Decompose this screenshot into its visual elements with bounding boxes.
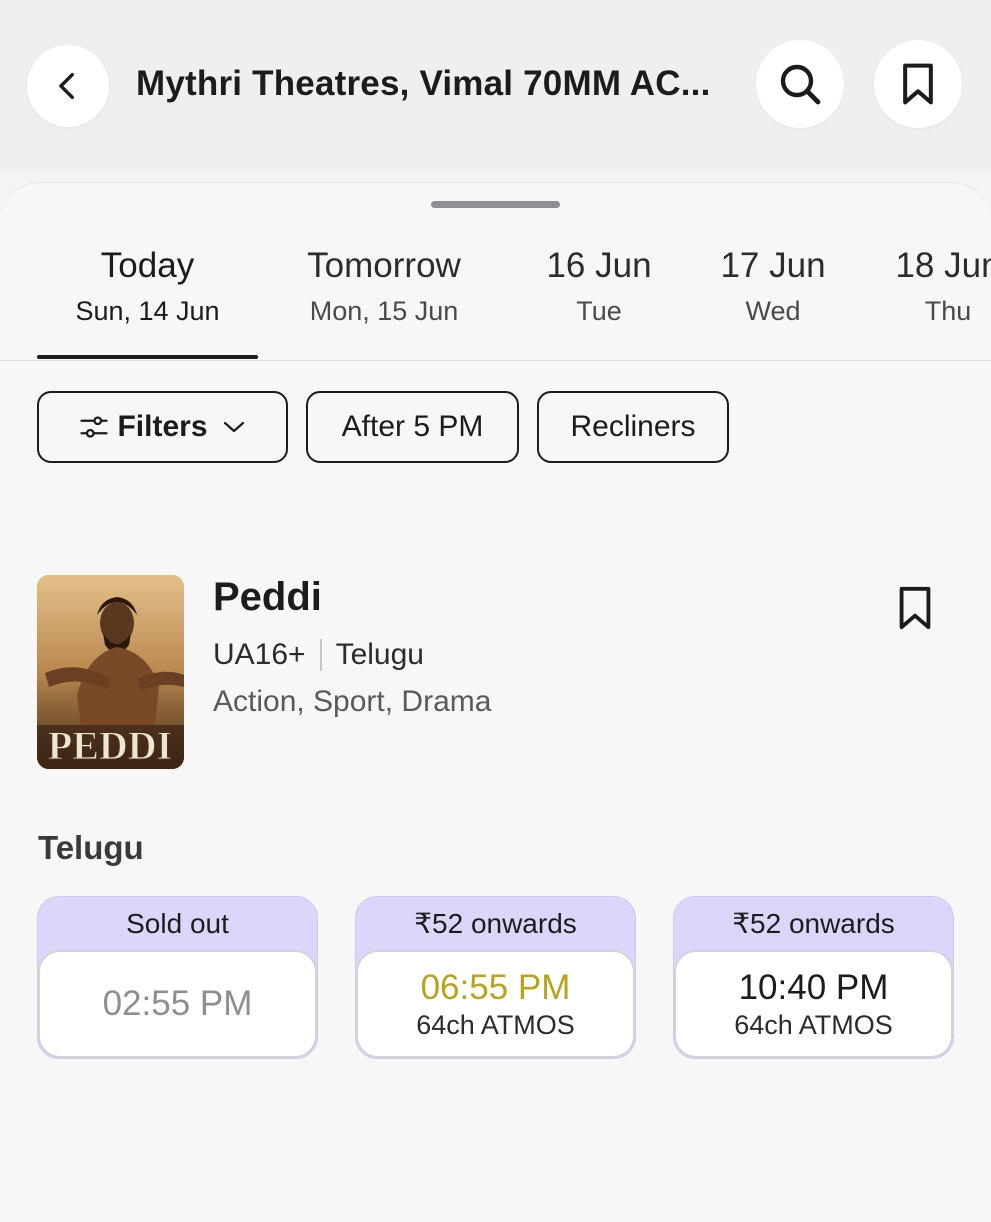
poster-art: PEDDI <box>37 575 184 769</box>
certificate: UA16+ <box>213 638 306 671</box>
showtime-slot[interactable]: 06:55 PM 64ch ATMOS <box>356 950 635 1058</box>
movie-title[interactable]: Peddi <box>213 575 322 620</box>
price-label: ₹52 onwards <box>732 908 895 939</box>
movie-meta: UA16+ Telugu <box>213 638 424 672</box>
show-format: 64ch ATMOS <box>734 1009 893 1040</box>
price-label: ₹52 onwards <box>414 908 577 939</box>
bookmark-icon <box>899 586 931 630</box>
movie-genres: Action, Sport, Drama <box>213 685 492 718</box>
sliders-icon <box>80 416 109 438</box>
movie-poster[interactable]: PEDDI <box>37 575 184 769</box>
date-tabs: Today Sun, 14 Jun Tomorrow Mon, 15 Jun 1… <box>0 241 991 361</box>
tab-18-jun[interactable]: 18 Jun Thu <box>883 241 991 331</box>
bookmark-movie-button[interactable] <box>895 585 935 636</box>
poster-title-text: PEDDI <box>48 723 172 768</box>
showtime-slot[interactable]: 10:40 PM 64ch ATMOS <box>674 950 953 1058</box>
price-label: Sold out <box>126 908 229 939</box>
chevron-down-icon <box>223 421 244 433</box>
show-format: 64ch ATMOS <box>416 1009 575 1040</box>
tab-tomorrow[interactable]: Tomorrow Mon, 15 Jun <box>284 241 484 331</box>
back-button[interactable] <box>27 45 109 127</box>
show-time: 02:55 PM <box>102 984 253 1023</box>
show-time: 10:40 PM <box>738 967 889 1007</box>
search-icon <box>780 64 821 105</box>
showtime-card[interactable]: ₹52 onwards 06:55 PM 64ch ATMOS <box>355 896 636 1059</box>
tab-17-jun[interactable]: 17 Jun Wed <box>708 241 838 331</box>
tab-16-jun[interactable]: 16 Jun Tue <box>534 241 664 331</box>
search-button[interactable] <box>756 40 844 128</box>
language-heading: Telugu <box>38 829 144 866</box>
page-title: Mythri Theatres, Vimal 70MM AC... <box>136 64 711 103</box>
chevron-left-icon <box>59 72 74 100</box>
tab-today[interactable]: Today Sun, 14 Jun <box>37 241 258 331</box>
showtime-card[interactable]: Sold out 02:55 PM <box>37 896 318 1059</box>
show-time: 06:55 PM <box>420 967 571 1007</box>
active-tab-indicator <box>37 355 258 359</box>
showtime-card[interactable]: ₹52 onwards 10:40 PM 64ch ATMOS <box>673 896 954 1059</box>
sheet-grabber[interactable] <box>431 201 560 208</box>
filters-label: Filters <box>117 410 208 443</box>
showtimes-sheet: Today Sun, 14 Jun Tomorrow Mon, 15 Jun 1… <box>0 182 991 1222</box>
tabs-divider <box>0 360 991 361</box>
after-5pm-filter[interactable]: After 5 PM <box>306 391 519 463</box>
bookmark-theatre-button[interactable] <box>874 40 962 128</box>
bookmark-icon <box>903 63 933 105</box>
meta-divider <box>319 639 322 671</box>
showtime-slot[interactable]: 02:55 PM <box>38 950 317 1058</box>
filters-button[interactable]: Filters <box>37 391 288 463</box>
movie-language: Telugu <box>335 638 424 671</box>
top-bar: Mythri Theatres, Vimal 70MM AC... <box>0 0 991 170</box>
recliners-filter[interactable]: Recliners <box>537 391 729 463</box>
